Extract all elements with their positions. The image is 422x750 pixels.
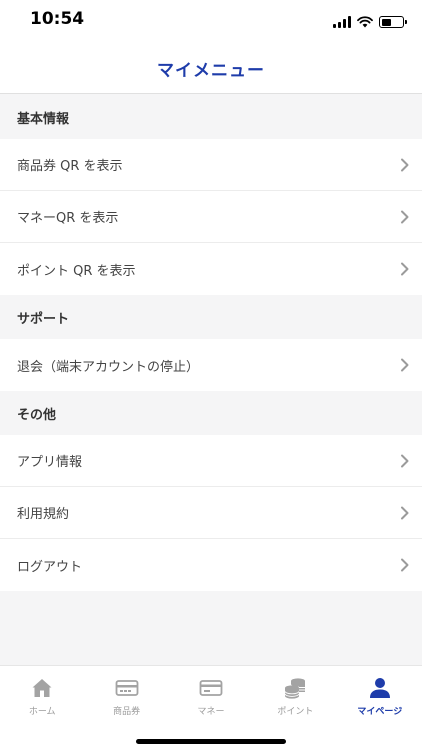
tab-money[interactable]: マネー <box>169 666 253 721</box>
chevron-right-icon <box>401 454 409 467</box>
chevron-right-icon <box>401 262 409 276</box>
menu-item-label: 商品券 QR を表示 <box>17 159 123 174</box>
page-title: マイメニュー <box>157 61 265 81</box>
menu-item-withdraw-account[interactable]: 退会（端末アカウントの停止） <box>0 339 422 391</box>
chevron-right-icon <box>401 210 409 223</box>
tab-bar: ホーム 商品券 マネー ポイント マイページ <box>0 665 422 750</box>
chevron-right-icon <box>401 158 409 171</box>
tab-label: マイページ <box>357 707 403 717</box>
section-header-other: その他 <box>0 391 422 435</box>
chevron-right-icon <box>401 558 409 572</box>
home-icon <box>32 679 52 697</box>
tab-home[interactable]: ホーム <box>0 666 84 721</box>
money-card-icon <box>199 680 223 696</box>
chevron-right-icon <box>401 358 409 372</box>
menu-item-label: アプリ情報 <box>17 455 83 470</box>
menu-item-label: 利用規約 <box>17 507 70 522</box>
section-header-basic-info: 基本情報 <box>0 95 422 139</box>
menu-item-label: ログアウト <box>17 559 83 575</box>
tab-voucher[interactable]: 商品券 <box>84 666 168 721</box>
section-support: 退会（端末アカウントの停止） <box>0 339 422 391</box>
tab-label: マネー <box>197 707 225 717</box>
section-basic-info: 商品券 QR を表示 マネーQR を表示 ポイント QR を表示 <box>0 139 422 295</box>
menu-item-label: ポイント QR を表示 <box>17 263 136 279</box>
tab-label: ホーム <box>28 707 56 717</box>
menu-item-show-money-qr[interactable]: マネーQR を表示 <box>0 191 422 243</box>
home-indicator[interactable] <box>136 739 286 744</box>
cellular-signal-icon <box>333 16 351 28</box>
voucher-card-icon <box>115 680 139 696</box>
menu-item-terms-of-use[interactable]: 利用規約 <box>0 487 422 539</box>
menu-item-show-voucher-qr[interactable]: 商品券 QR を表示 <box>0 139 422 191</box>
menu-item-show-point-qr[interactable]: ポイント QR を表示 <box>0 243 422 295</box>
navigation-bar: マイメニュー <box>0 44 422 94</box>
menu-list: 基本情報 商品券 QR を表示 マネーQR を表示 ポイント QR を表示 サポ… <box>0 95 422 591</box>
status-icons <box>333 16 407 28</box>
wifi-icon <box>357 16 373 28</box>
battery-icon <box>379 16 407 28</box>
menu-item-app-info[interactable]: アプリ情報 <box>0 435 422 487</box>
menu-item-label: マネーQR を表示 <box>17 211 119 226</box>
menu-item-logout[interactable]: ログアウト <box>0 539 422 591</box>
section-other: アプリ情報 利用規約 ログアウト <box>0 435 422 591</box>
tab-label: ポイント <box>277 707 314 717</box>
status-time: 10:54 <box>30 9 85 29</box>
section-header-support: サポート <box>0 295 422 339</box>
tab-mypage[interactable]: マイページ <box>338 666 422 721</box>
tab-label: 商品券 <box>113 707 141 717</box>
menu-item-label: 退会（端末アカウントの停止） <box>17 359 200 375</box>
tab-points[interactable]: ポイント <box>253 666 337 721</box>
status-bar: 10:54 <box>0 0 422 44</box>
chevron-right-icon <box>401 506 409 519</box>
person-icon <box>369 678 390 698</box>
coins-icon <box>284 678 306 699</box>
